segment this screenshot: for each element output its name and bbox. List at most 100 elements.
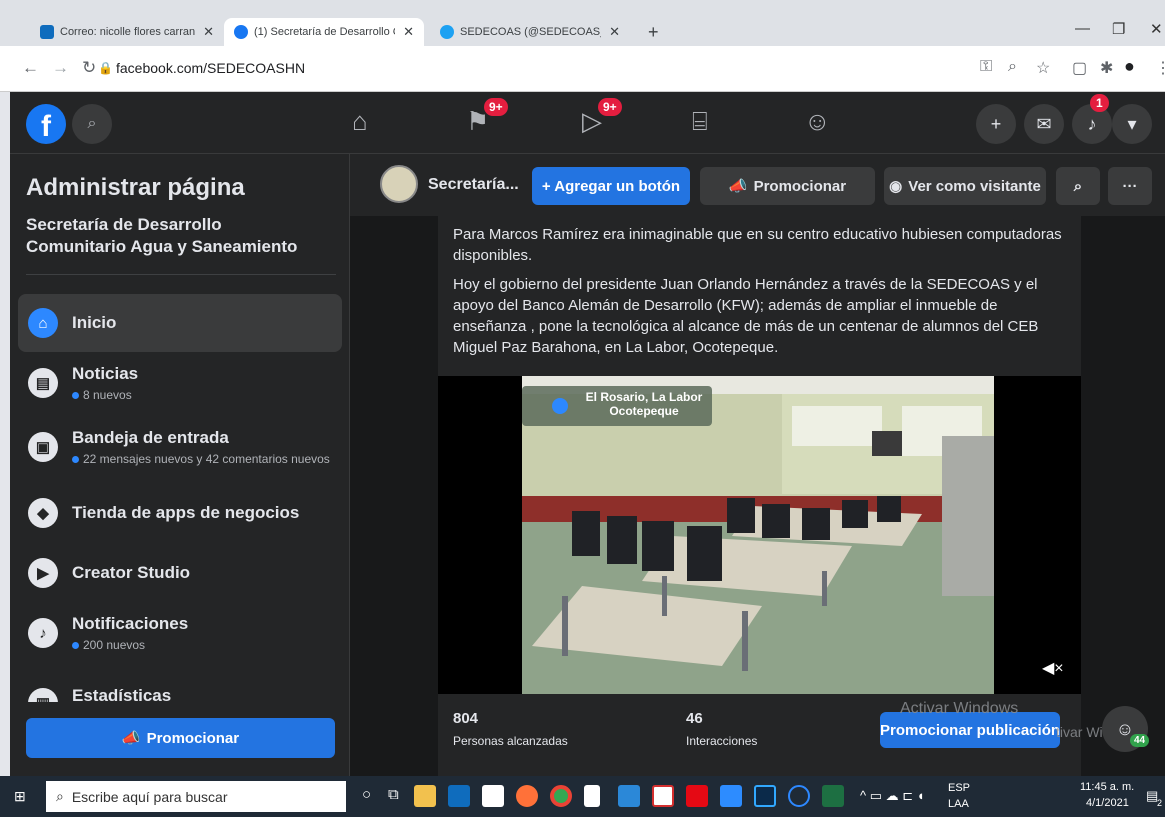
netflix-icon[interactable]: [686, 785, 708, 807]
excel-icon[interactable]: [822, 785, 844, 807]
browser-tab-bar: Correo: nicolle flores carranza - O ✕ (1…: [0, 0, 1165, 46]
tab-mail[interactable]: Correo: nicolle flores carranza - O ✕: [30, 18, 224, 46]
post-paragraph-1: Para Marcos Ramírez era inimaginable que…: [453, 226, 1062, 264]
promote-button[interactable]: 📣 Promocionar: [26, 718, 335, 758]
sidebar-sub-text: 200 nuevos: [83, 638, 146, 652]
store-icon[interactable]: [482, 785, 504, 807]
more-options-icon[interactable]: ···: [1108, 167, 1152, 205]
interactions-label: Interacciones: [686, 734, 758, 748]
menu-icon[interactable]: ⋮: [1155, 58, 1165, 78]
create-icon[interactable]: +: [976, 104, 1016, 144]
profile-icon[interactable]: ●: [1124, 56, 1135, 77]
zoom-icon[interactable]: ⌕: [1008, 58, 1017, 76]
page-avatar[interactable]: [380, 165, 418, 203]
lang-1[interactable]: ESP: [948, 782, 970, 794]
sidebar-item-creator-studio[interactable]: ▶ Creator Studio: [18, 544, 342, 602]
classroom-illustration: [522, 376, 994, 694]
post-card: Para Marcos Ramírez era inimaginable que…: [438, 216, 1081, 776]
sidebar-sub-text: 22 mensajes nuevos y 42 comentarios nuev…: [83, 452, 330, 466]
promote-page-button[interactable]: 📣 Promocionar: [700, 167, 875, 205]
action-center-count: 2: [1157, 798, 1163, 808]
key-icon[interactable]: ⚿: [980, 58, 992, 76]
cube-icon: ◆: [28, 498, 58, 528]
manage-page-sidebar: Administrar página Secretaría de Desarro…: [10, 154, 350, 776]
news-icon: ▤: [28, 368, 58, 398]
view-as-visitor-button[interactable]: ◉ Ver como visitante: [884, 167, 1046, 205]
close-tab-icon[interactable]: ✕: [203, 24, 214, 40]
url-field[interactable]: facebook.com/SEDECOASHN: [116, 60, 305, 76]
zoom-app-icon[interactable]: [720, 785, 742, 807]
windows-taskbar: ⊞ ⌕ Escribe aquí para buscar ○ ⧉ ^ ▭ ☁ ⊏…: [0, 776, 1165, 817]
bell-icon[interactable]: ♪: [1072, 104, 1112, 144]
puzzle-icon[interactable]: ✱: [1100, 58, 1113, 78]
close-tab-icon[interactable]: ✕: [609, 24, 620, 40]
eye-icon: ◉: [889, 178, 903, 195]
sidebar-item-label: Tienda de apps de negocios: [72, 503, 300, 522]
facebook-logo[interactable]: f: [26, 104, 66, 144]
back-icon[interactable]: ←: [22, 58, 39, 78]
restore-icon[interactable]: ❐: [1112, 20, 1125, 38]
page-short-name[interactable]: Secretaría...: [428, 176, 519, 194]
sidebar-footer: 📣 Promocionar: [10, 702, 349, 776]
divider: [26, 274, 336, 275]
clock-date[interactable]: 4/1/2021: [1086, 797, 1129, 809]
firefox-icon[interactable]: [516, 785, 538, 807]
minimize-icon[interactable]: —: [1075, 20, 1090, 37]
star-icon[interactable]: ☆: [1036, 58, 1050, 78]
megaphone-icon: 📣: [121, 730, 141, 747]
forward-icon[interactable]: →: [52, 58, 69, 78]
page-name[interactable]: Secretaría de Desarrollo Comunitario Agu…: [26, 214, 326, 258]
sidebar-item-inicio[interactable]: ⌂ Inicio: [18, 294, 342, 352]
close-tab-icon[interactable]: ✕: [403, 24, 414, 40]
notepad-icon[interactable]: [584, 785, 600, 807]
mute-icon[interactable]: ◀×: [1042, 658, 1064, 678]
new-tab-button[interactable]: +: [638, 18, 668, 46]
cortana-icon[interactable]: ○: [362, 786, 371, 803]
facebook-top-bar: f ⌕ ⌂ ⚑ 9+ ▷ 9+ ⌸ ☺ + ✉ ♪ 1 ▾: [10, 92, 1165, 154]
unread-dot: [72, 392, 79, 400]
promote-label: Promocionar: [146, 729, 240, 747]
home-icon[interactable]: ⌂: [352, 106, 368, 137]
clapper-icon: ▶: [28, 558, 58, 588]
unread-dot: [72, 456, 79, 464]
home-icon: ⌂: [28, 308, 58, 338]
account-menu-icon[interactable]: ▾: [1112, 104, 1152, 144]
tab-title: (1) Secretaría de Desarrollo Comu: [254, 26, 395, 38]
add-button-button[interactable]: + Agregar un botón: [532, 167, 690, 205]
calculator-icon[interactable]: [618, 785, 640, 807]
acrobat-icon[interactable]: [652, 785, 674, 807]
bell-icon: ♪: [28, 618, 58, 648]
search-icon[interactable]: ⌕: [72, 104, 112, 144]
groups-icon[interactable]: ☺: [804, 106, 831, 137]
photoshop-icon[interactable]: [754, 785, 776, 807]
extension-icon[interactable]: ▢: [1072, 58, 1087, 78]
notification-badge: 1: [1090, 94, 1109, 112]
taskbar-search[interactable]: ⌕ Escribe aquí para buscar: [46, 781, 346, 812]
tab-twitter[interactable]: SEDECOAS (@SEDECOAS_HN) / T ✕: [430, 18, 630, 46]
sidebar-item-noticias[interactable]: ▤ Noticias 8 nuevos: [18, 354, 342, 412]
sidebar-item-bandeja[interactable]: ▣ Bandeja de entrada 22 mensajes nuevos …: [18, 418, 342, 476]
file-explorer-icon[interactable]: [414, 785, 436, 807]
reload-icon[interactable]: ↻: [82, 58, 96, 78]
windows-start-icon[interactable]: ⊞: [14, 788, 30, 804]
edge-icon[interactable]: [788, 785, 810, 807]
task-view-icon[interactable]: ⧉: [388, 786, 399, 803]
clock-time[interactable]: 11:45 a. m.: [1080, 781, 1134, 793]
marketplace-icon[interactable]: ⌸: [692, 106, 708, 138]
lang-2[interactable]: LAA: [948, 798, 969, 810]
chrome-icon[interactable]: [550, 785, 572, 807]
location-line-2: Ocotepeque: [609, 404, 679, 418]
sidebar-item-label: Inicio: [72, 313, 117, 332]
groups-badge: 9+: [484, 98, 508, 116]
mail-icon[interactable]: [448, 785, 470, 807]
tray-icons[interactable]: ^ ▭ ☁ ⊏ ◖: [860, 788, 925, 804]
sidebar-item-sub: 200 nuevos: [72, 638, 145, 652]
sidebar-item-notificaciones[interactable]: ♪ Notificaciones 200 nuevos: [18, 604, 342, 662]
address-bar-row: ← → ↻ 🔒 facebook.com/SEDECOASHN ⚿ ⌕ ☆ ▢ …: [0, 46, 1165, 92]
tab-facebook[interactable]: (1) Secretaría de Desarrollo Comu ✕: [224, 18, 424, 46]
sidebar-item-tienda[interactable]: ◆ Tienda de apps de negocios: [18, 484, 342, 542]
page-search-icon[interactable]: ⌕: [1056, 167, 1100, 205]
close-window-icon[interactable]: ✕: [1150, 20, 1163, 38]
post-video[interactable]: El Rosario, La Labor Ocotepeque ◀×: [438, 376, 1081, 694]
messenger-icon[interactable]: ✉: [1024, 104, 1064, 144]
